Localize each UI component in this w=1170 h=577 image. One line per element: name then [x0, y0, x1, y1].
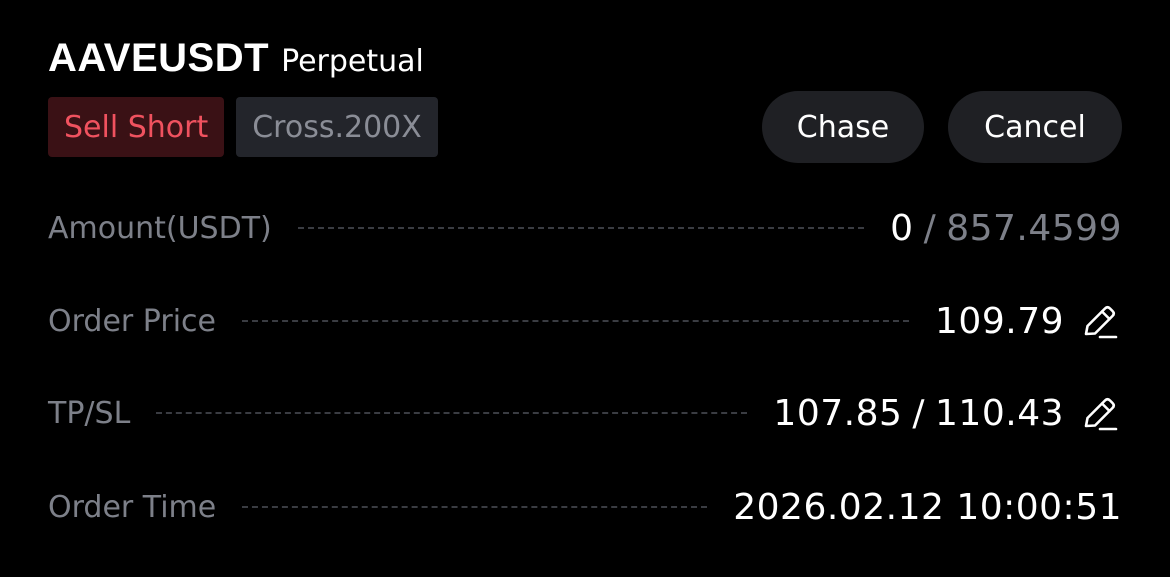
tpsl-row: TP/SL 107.85 / 110.43 — [48, 391, 1122, 435]
order-time-value: 2026.02.12 10:00:51 — [733, 486, 1122, 528]
tpsl-value-group: 107.85 / 110.43 — [773, 391, 1122, 435]
order-time-label: Order Time — [48, 489, 217, 525]
amount-row: Amount(USDT) 0 / 857.4599 — [48, 206, 1122, 250]
order-price-row: Order Price 109.79 — [48, 299, 1122, 343]
edit-pencil-icon[interactable] — [1078, 299, 1122, 343]
symbol-name: AAVEUSDT — [48, 36, 270, 80]
dashed-leader — [242, 506, 708, 508]
order-title: AAVEUSDT Perpetual — [48, 36, 424, 81]
dashed-leader — [297, 227, 865, 229]
tpsl-label: TP/SL — [48, 395, 131, 431]
tpsl-separator: / — [912, 392, 926, 434]
amount-label: Amount(USDT) — [48, 210, 272, 246]
amount-separator: / — [923, 207, 937, 249]
amount-filled: 0 — [890, 207, 914, 249]
order-time-row: Order Time 2026.02.12 10:00:51 — [48, 485, 1122, 529]
contract-type: Perpetual — [281, 44, 424, 79]
order-price-label: Order Price — [48, 303, 216, 339]
margin-leverage-badge: Cross.200X — [236, 97, 438, 157]
stop-loss-value: 110.43 — [935, 392, 1064, 434]
order-actions: Chase Cancel — [762, 91, 1122, 163]
order-tags: Sell Short Cross.200X — [48, 97, 438, 157]
dashed-leader — [241, 320, 910, 322]
take-profit-value: 107.85 — [773, 392, 903, 434]
chase-button[interactable]: Chase — [762, 91, 924, 163]
side-badge: Sell Short — [48, 97, 225, 157]
dashed-leader — [156, 412, 748, 414]
order-price-value: 109.79 — [935, 300, 1064, 342]
amount-value: 0 / 857.4599 — [890, 208, 1122, 249]
edit-pencil-icon[interactable] — [1078, 391, 1122, 435]
order-card: AAVEUSDT Perpetual Sell Short Cross.200X… — [0, 0, 1170, 577]
cancel-button[interactable]: Cancel — [948, 91, 1122, 163]
order-price-value-group: 109.79 — [935, 299, 1122, 343]
amount-total: 857.4599 — [946, 207, 1122, 249]
